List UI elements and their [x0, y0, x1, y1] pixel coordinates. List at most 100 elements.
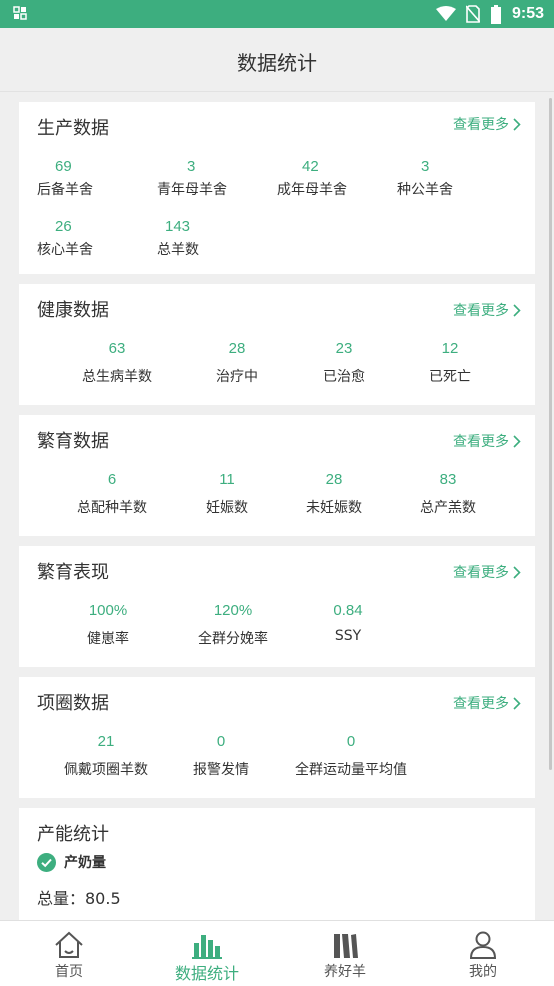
stat-value: 120% — [213, 602, 253, 619]
stat-value: 63 — [108, 340, 126, 357]
stat-item[interactable]: 143 总羊数 — [157, 218, 199, 259]
stat-item[interactable]: 63 总生病羊数 — [67, 340, 167, 386]
stat-item[interactable]: 0 全群运动量平均值 — [281, 733, 421, 779]
home-icon — [55, 931, 83, 958]
health-more-link[interactable]: 查看更多 — [453, 300, 521, 320]
production-card: 生产数据 查看更多 69 后备羊舍 3 青年母羊舍 42 成年母羊舍 3 种公羊… — [19, 102, 535, 274]
stat-value: 0 — [346, 733, 356, 750]
stat-item[interactable]: 120% 全群分娩率 — [183, 602, 283, 648]
stat-label: 总生病羊数 — [82, 369, 152, 385]
scrollbar[interactable] — [549, 98, 552, 770]
performance-card: 繁育表现 查看更多 100% 健崽率 120% 全群分娩率 0.84 SSY — [19, 546, 535, 667]
stat-value: 11 — [219, 471, 235, 488]
milk-yield-label: 产奶量 — [64, 855, 106, 871]
nav-item-stats[interactable]: 数据统计 — [138, 921, 276, 986]
stat-item[interactable]: 69 后备羊舍 — [37, 158, 93, 199]
stat-label: 总羊数 — [157, 242, 199, 258]
stat-value: 3 — [187, 158, 196, 175]
stat-item[interactable]: 100% 健崽率 — [58, 602, 158, 648]
status-bar: 9:53 — [0, 0, 554, 28]
stat-item[interactable]: 21 佩戴项圈羊数 — [56, 733, 156, 779]
person-icon — [469, 931, 497, 959]
stat-value: 3 — [421, 158, 430, 175]
stat-value: 23 — [335, 340, 353, 357]
stat-label: 全群运动量平均值 — [295, 762, 407, 778]
nav-item-home[interactable]: 首页 — [0, 921, 138, 986]
more-label: 查看更多 — [453, 434, 509, 450]
check-circle-icon — [37, 852, 56, 872]
more-label: 查看更多 — [453, 117, 509, 133]
no-sim-icon — [465, 5, 480, 23]
stat-item[interactable]: 23 已治愈 — [294, 340, 394, 386]
stat-label: 青年母羊舍 — [157, 182, 227, 198]
stat-value: 6 — [107, 471, 117, 488]
stat-label: SSY — [334, 628, 362, 644]
stat-label: 总产羔数 — [420, 500, 476, 516]
stat-item[interactable]: 12 已死亡 — [400, 340, 500, 386]
stat-value: 12 — [441, 340, 459, 357]
production-more-link[interactable]: 查看更多 — [453, 114, 521, 134]
stat-label: 健崽率 — [87, 631, 129, 647]
page-title: 数据统计 — [237, 51, 317, 75]
collar-title: 项圈数据 — [37, 693, 109, 714]
books-icon — [334, 934, 358, 958]
collar-card: 项圈数据 查看更多 21 佩戴项圈羊数 0 报警发情 0 全群运动量平均值 — [19, 677, 535, 798]
status-time: 9:53 — [511, 5, 544, 22]
stat-item[interactable]: 3 种公羊舍 — [397, 158, 453, 199]
stat-label: 未妊娠数 — [306, 500, 362, 516]
wifi-icon — [435, 6, 456, 21]
health-card: 健康数据 查看更多 63 总生病羊数 28 治疗中 23 已治愈 12 已死亡 — [19, 284, 535, 405]
stat-label: 全群分娩率 — [198, 631, 268, 647]
stat-item[interactable]: 11 妊娠数 — [177, 471, 277, 517]
production-title: 生产数据 — [37, 118, 109, 139]
stat-label: 治疗中 — [216, 369, 258, 385]
capacity-total: 总量：80.5 — [37, 889, 121, 908]
stat-label: 成年母羊舍 — [277, 182, 347, 198]
stat-value: 83 — [439, 471, 457, 488]
nav-label: 我的 — [469, 964, 497, 980]
capacity-title: 产能统计 — [37, 824, 109, 845]
stat-item[interactable]: 83 总产羔数 — [398, 471, 498, 517]
nav-label: 首页 — [55, 964, 83, 980]
breeding-title: 繁育数据 — [37, 431, 109, 452]
stat-item[interactable]: 28 未妊娠数 — [284, 471, 384, 517]
nav-item-profile[interactable]: 我的 — [414, 921, 552, 986]
stat-item[interactable]: 26 核心羊舍 — [37, 218, 93, 259]
collar-more-link[interactable]: 查看更多 — [453, 693, 521, 713]
nav-item-raise-sheep[interactable]: 养好羊 — [276, 921, 414, 986]
stat-label: 已治愈 — [323, 369, 365, 385]
stat-item[interactable]: 3 青年母羊舍 — [157, 158, 227, 199]
stat-item[interactable]: 0 报警发情 — [171, 733, 271, 779]
bottom-nav: 首页 数据统计 养好羊 我的 — [0, 920, 554, 986]
stat-label: 种公羊舍 — [397, 182, 453, 198]
chevron-right-icon — [513, 117, 521, 131]
more-label: 查看更多 — [453, 565, 509, 581]
chevron-right-icon — [513, 565, 521, 579]
stat-value: 0.84 — [333, 602, 363, 619]
stat-item[interactable]: 28 治疗中 — [187, 340, 287, 386]
content-scroll-area[interactable]: 生产数据 查看更多 69 后备羊舍 3 青年母羊舍 42 成年母羊舍 3 种公羊… — [0, 92, 554, 920]
battery-icon — [490, 4, 501, 24]
stat-item[interactable]: 0.84 SSY — [298, 602, 398, 644]
stat-value: 100% — [88, 602, 128, 619]
stat-value: 28 — [325, 471, 343, 488]
stat-label: 总配种羊数 — [77, 500, 147, 516]
chevron-right-icon — [513, 434, 521, 448]
milk-yield-checkbox[interactable]: 产奶量 — [37, 852, 106, 872]
app-bar: 数据统计 — [0, 28, 554, 92]
stat-label: 已死亡 — [429, 369, 471, 385]
health-title: 健康数据 — [37, 300, 109, 321]
app-grid-icon — [13, 6, 27, 20]
more-label: 查看更多 — [453, 696, 509, 712]
stat-label: 后备羊舍 — [37, 182, 93, 198]
chevron-right-icon — [513, 303, 521, 317]
nav-label: 养好羊 — [324, 964, 366, 980]
stat-item[interactable]: 6 总配种羊数 — [62, 471, 162, 517]
performance-more-link[interactable]: 查看更多 — [453, 562, 521, 582]
bar-chart-icon — [192, 935, 222, 959]
performance-title: 繁育表现 — [37, 562, 109, 583]
breeding-more-link[interactable]: 查看更多 — [453, 431, 521, 451]
breeding-card: 繁育数据 查看更多 6 总配种羊数 11 妊娠数 28 未妊娠数 83 总产羔数 — [19, 415, 535, 536]
nav-label: 数据统计 — [174, 964, 239, 983]
stat-item[interactable]: 42 成年母羊舍 — [277, 158, 347, 199]
